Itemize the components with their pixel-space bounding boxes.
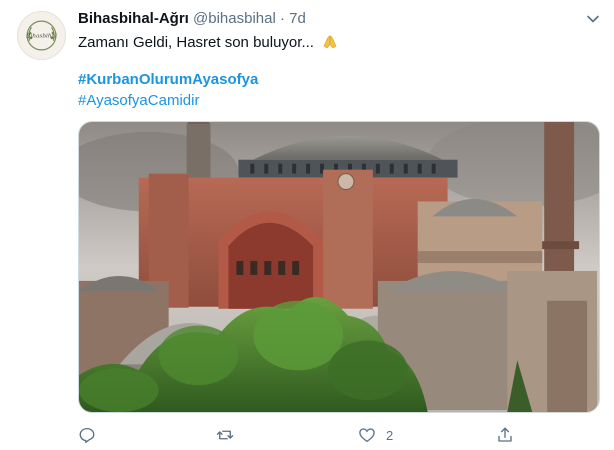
retweet-icon xyxy=(216,430,234,440)
share-button[interactable] xyxy=(496,424,514,446)
timestamp[interactable]: 7d xyxy=(289,10,306,27)
share-icon xyxy=(498,427,512,442)
avatar[interactable]: Bihasbihal xyxy=(17,11,66,60)
display-name[interactable]: Bihasbihal-Ağrı xyxy=(78,10,189,27)
tweet-text-line: Zamanı Geldi, Hasret son buluyor... xyxy=(78,33,338,53)
reply-button[interactable] xyxy=(78,424,96,446)
heart-icon xyxy=(359,428,375,443)
svg-text:Bihasbihal: Bihasbihal xyxy=(25,33,57,39)
hashtag-link[interactable]: #KurbanOlurumAyasofya xyxy=(78,70,258,90)
avatar-logo: Bihasbihal xyxy=(25,20,57,51)
like-button[interactable]: 2 xyxy=(358,424,393,446)
separator-dot: · xyxy=(279,10,285,27)
folded-hands-emoji-icon xyxy=(323,35,337,49)
reply-icon xyxy=(79,427,95,444)
tweet-header: Bihasbihal-Ağrı @bihasbihal · 7d xyxy=(78,10,306,27)
tweet-actions: 2 xyxy=(78,424,600,446)
user-handle[interactable]: @bihasbihal xyxy=(193,10,276,27)
hashtag-link[interactable]: #AyasofyaCamidir xyxy=(78,91,199,111)
like-count: 2 xyxy=(386,427,394,443)
chevron-down-icon[interactable] xyxy=(586,12,600,26)
retweet-button[interactable] xyxy=(216,424,234,446)
hagia-sophia-photo xyxy=(79,122,599,412)
tweet-image[interactable] xyxy=(78,121,600,413)
tweet-card[interactable]: Bihasbihal Bihasbihal-Ağrı @bihasbihal ·… xyxy=(0,0,614,450)
tweet-text: Zamanı Geldi, Hasret son buluyor... xyxy=(78,34,314,51)
